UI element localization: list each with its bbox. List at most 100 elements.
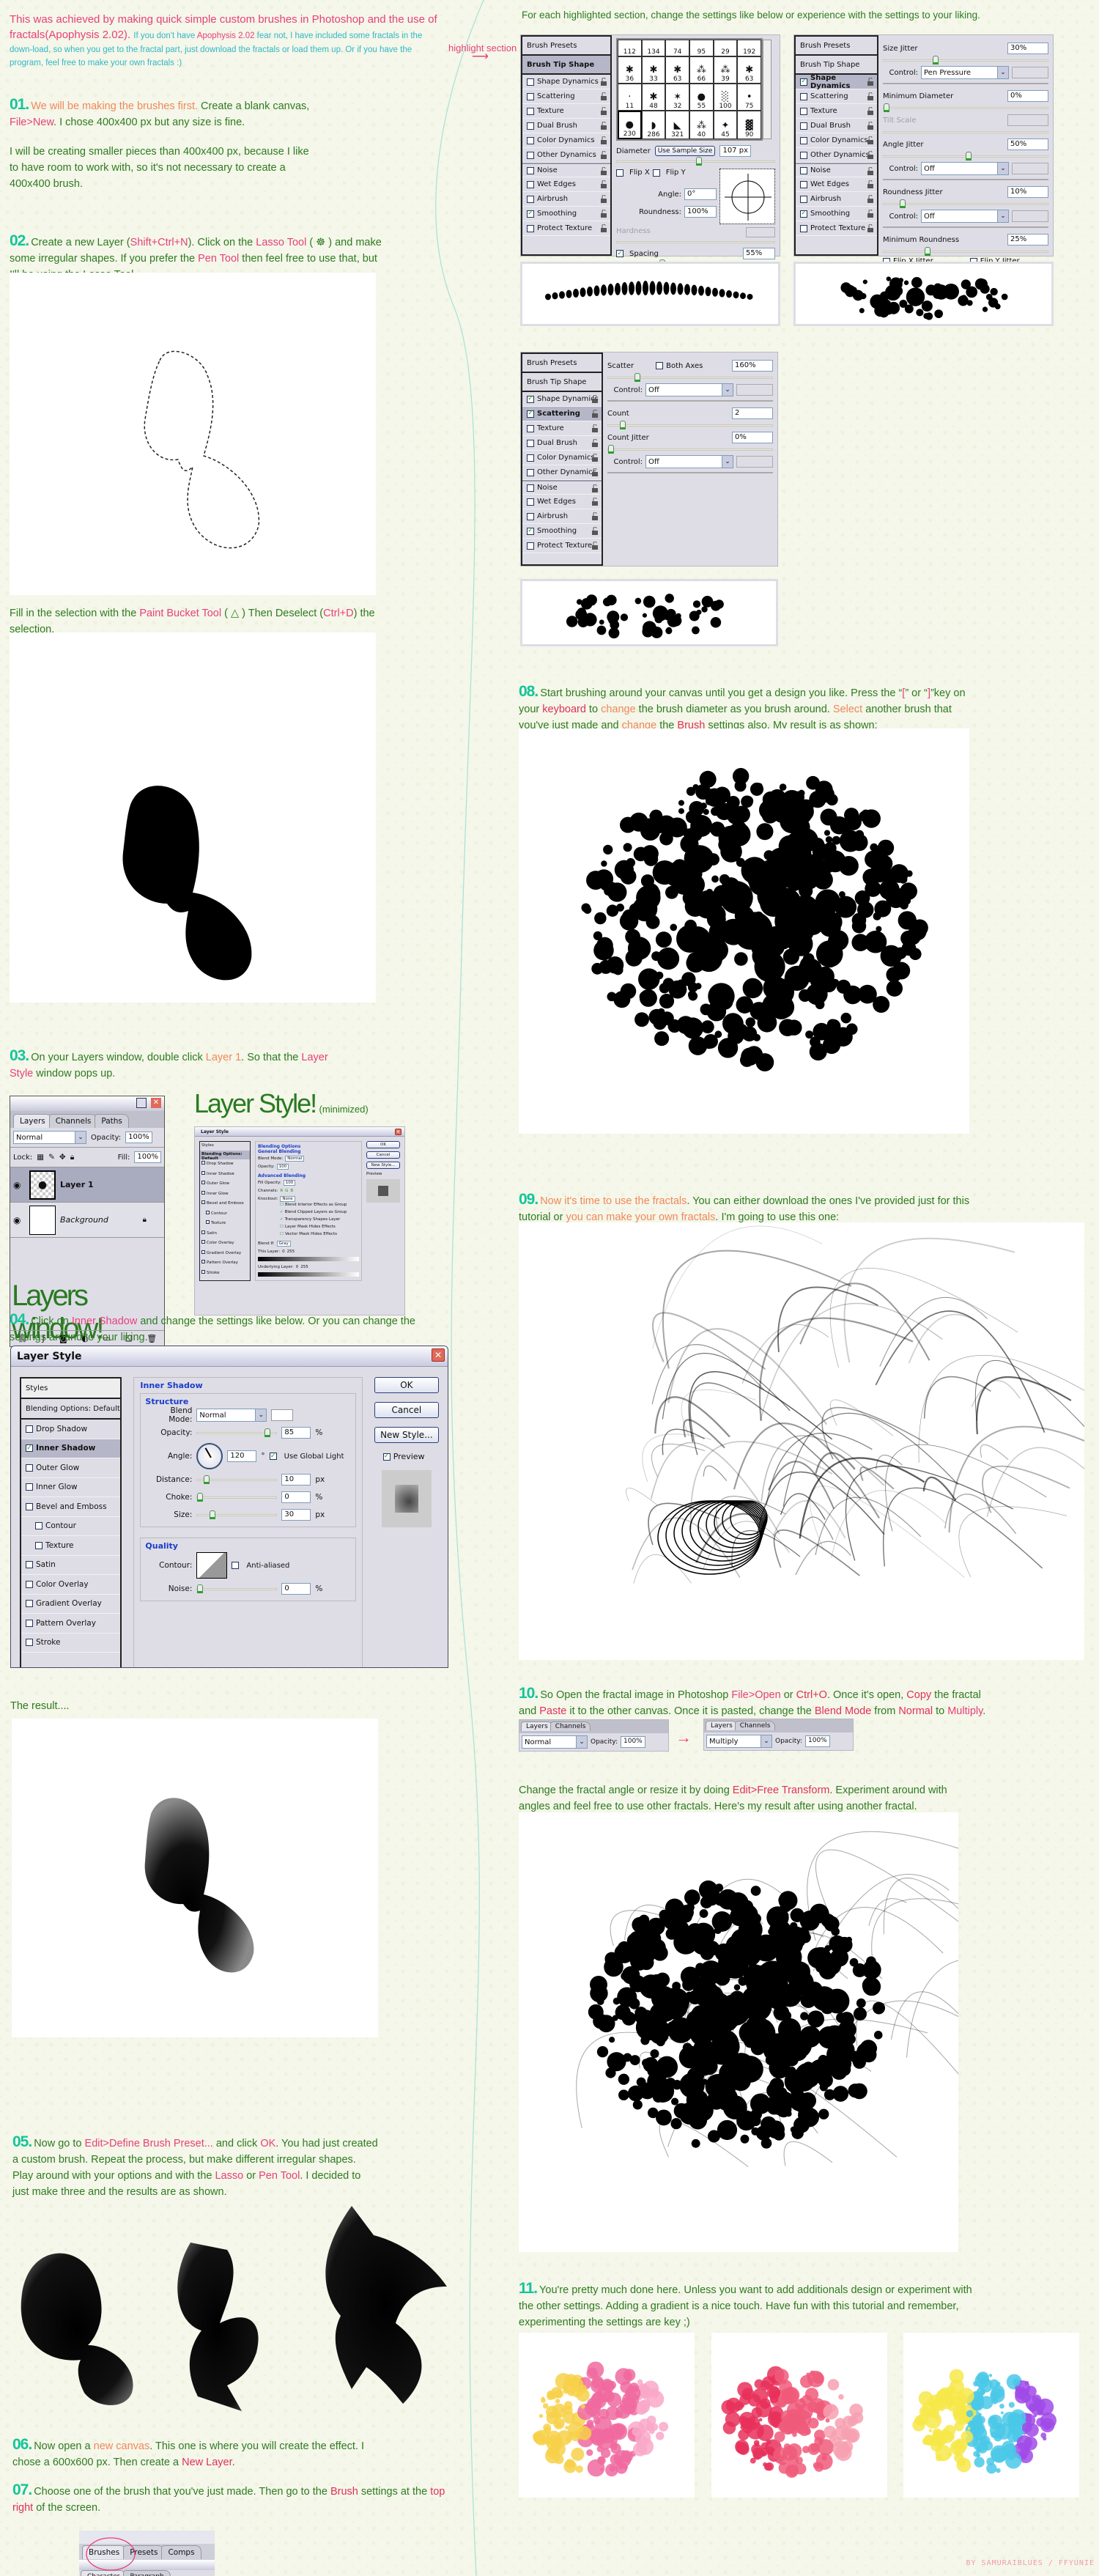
brush-option-protect-texture[interactable]: Protect Texture	[522, 221, 610, 236]
minimize-button[interactable]	[136, 1098, 147, 1108]
checkbox[interactable]	[201, 1269, 205, 1274]
checkbox[interactable]	[527, 424, 534, 432]
roundness-jitter-slider[interactable]	[883, 199, 1048, 208]
style-item[interactable]: Contour	[200, 1209, 250, 1219]
lock-icon[interactable]	[867, 150, 873, 159]
brush-preset-cell[interactable]: ⁂ 39	[713, 56, 738, 84]
slider[interactable]	[196, 1510, 278, 1519]
brush-preset-cell[interactable]: ✱ 36	[618, 56, 642, 84]
brush-preset-cell[interactable]: 29	[713, 40, 738, 56]
count-field[interactable]: 2	[732, 407, 773, 419]
checkbox[interactable]	[800, 136, 807, 144]
brush-option-shape-dynamics[interactable]: ✓ Shape Dynamics	[522, 392, 602, 407]
lock-icon[interactable]	[867, 121, 873, 130]
ok-button[interactable]: OK	[366, 1141, 400, 1148]
brush-option-color-dynamics[interactable]: Color Dynamics	[522, 451, 602, 465]
brush-option-scattering[interactable]: Scattering	[522, 89, 610, 104]
flip-y-checkbox[interactable]	[652, 169, 660, 177]
cancel-button[interactable]: Cancel	[374, 1402, 439, 1418]
brush-option-wet-edges[interactable]: Wet Edges	[522, 495, 602, 509]
brush-preset-cell[interactable]: 95	[689, 40, 714, 56]
brush-preset-cell[interactable]: • 75	[737, 84, 761, 111]
checkbox[interactable]	[206, 1210, 210, 1214]
lock-icon[interactable]	[592, 512, 598, 520]
checkbox[interactable]	[26, 1502, 33, 1510]
checkbox[interactable]	[527, 484, 534, 492]
opacity-field[interactable]: 100%	[125, 1132, 152, 1143]
control-select[interactable]: Off ⌄	[921, 210, 1009, 223]
value-field[interactable]: 85	[281, 1427, 311, 1439]
angle-roundness-widget[interactable]	[719, 169, 775, 224]
brush-preset-cell[interactable]: ✱ 33	[641, 56, 666, 84]
brush-preset-cell[interactable]: · 11	[618, 84, 642, 111]
lock-icon[interactable]	[601, 150, 607, 159]
scatter-slider[interactable]	[607, 373, 773, 382]
checkbox[interactable]	[527, 92, 534, 100]
checkbox[interactable]	[26, 1580, 33, 1588]
brush-option-texture[interactable]: Texture	[522, 421, 602, 436]
eye-icon[interactable]: ◉	[13, 1215, 25, 1225]
brush-option-scattering[interactable]: ✓ Scattering	[522, 407, 602, 421]
lock-icon[interactable]	[867, 224, 873, 232]
slider-thumb[interactable]	[619, 421, 626, 429]
checkbox[interactable]	[800, 92, 807, 100]
opacity-field[interactable]: 100%	[805, 1735, 830, 1747]
value-field[interactable]: 10	[281, 1474, 311, 1486]
slider-thumb[interactable]	[634, 373, 640, 382]
brush-option-scattering[interactable]: Scattering	[796, 89, 877, 104]
diameter-slider[interactable]	[616, 157, 775, 166]
brush-preset-cell[interactable]: ✱ 63	[665, 56, 689, 84]
brush-option-brush-tip-shape[interactable]: Brush Tip Shape	[522, 373, 602, 392]
tab-channels[interactable]: Channels	[48, 1114, 98, 1128]
brush-option-protect-texture[interactable]: Protect Texture	[522, 539, 602, 553]
brush-option-airbrush[interactable]: Airbrush	[522, 509, 602, 524]
slider-thumb[interactable]	[197, 1584, 204, 1593]
lock-icon[interactable]	[592, 541, 598, 550]
count-jitter-slider[interactable]	[607, 445, 773, 454]
spacing-field[interactable]: 55%	[743, 248, 775, 259]
lock-icon[interactable]	[867, 77, 873, 86]
min-diameter-slider[interactable]	[883, 103, 1048, 112]
style-item-color-overlay[interactable]: Color Overlay	[21, 1575, 121, 1595]
slider-thumb[interactable]	[264, 1428, 271, 1437]
eye-icon[interactable]: ◉	[13, 1180, 25, 1190]
brush-option-texture[interactable]: Texture	[796, 104, 877, 119]
value-field[interactable]: 0	[281, 1583, 311, 1595]
style-item-inner-shadow[interactable]: ✓ Inner Shadow	[21, 1439, 121, 1458]
slider-thumb[interactable]	[695, 157, 702, 166]
checkbox[interactable]	[800, 180, 807, 188]
slider-thumb[interactable]	[925, 247, 930, 256]
checkbox[interactable]	[527, 439, 534, 447]
brush-preset-cell[interactable]: ✶ 32	[665, 84, 689, 111]
checkbox[interactable]	[26, 1600, 33, 1608]
brush-option-other-dynamics[interactable]: Other Dynamics	[522, 465, 602, 480]
brush-option-noise[interactable]: Noise	[522, 480, 602, 495]
checkbox[interactable]	[527, 78, 534, 86]
layer-row[interactable]: ◉ ● Layer 1	[10, 1167, 164, 1203]
checkbox[interactable]	[527, 498, 534, 506]
value-field[interactable]: 30	[281, 1509, 311, 1521]
brush-option-smoothing[interactable]: ✓ Smoothing	[796, 207, 877, 221]
brush-preset-cell[interactable]: ▓ 90	[737, 111, 761, 139]
checkbox[interactable]	[26, 1561, 33, 1569]
scatter-field[interactable]: 160%	[732, 360, 773, 372]
lock-icon[interactable]	[867, 106, 873, 115]
tab-layers[interactable]: Layers	[706, 1721, 738, 1730]
option-checkbox[interactable]: ☐ Vector Mask Hides Effects	[258, 1232, 359, 1239]
style-item[interactable]: Gradient Overlay	[200, 1249, 250, 1259]
option-checkbox[interactable]: ☐ Blend Interior Effects as Group	[258, 1203, 359, 1210]
checkbox[interactable]	[201, 1230, 205, 1234]
angle-dial[interactable]	[196, 1443, 223, 1469]
contour-picker[interactable]	[196, 1552, 228, 1579]
brush-preset-cell[interactable]: ● 230	[618, 111, 642, 139]
brush-option-color-dynamics[interactable]: Color Dynamics	[796, 133, 877, 148]
new-style-button[interactable]: New Style...	[374, 1427, 439, 1443]
style-item-stroke[interactable]: Stroke	[21, 1634, 121, 1653]
checkbox[interactable]	[800, 166, 807, 174]
spacing-checkbox[interactable]: ✓	[616, 250, 623, 257]
style-item[interactable]: Texture	[200, 1219, 250, 1229]
ok-button[interactable]: OK	[374, 1377, 439, 1393]
lock-all-icon[interactable]: 🔒︎	[70, 1153, 75, 1162]
checkbox[interactable]	[527, 151, 534, 159]
style-item-inner-glow[interactable]: Inner Glow	[21, 1478, 121, 1497]
